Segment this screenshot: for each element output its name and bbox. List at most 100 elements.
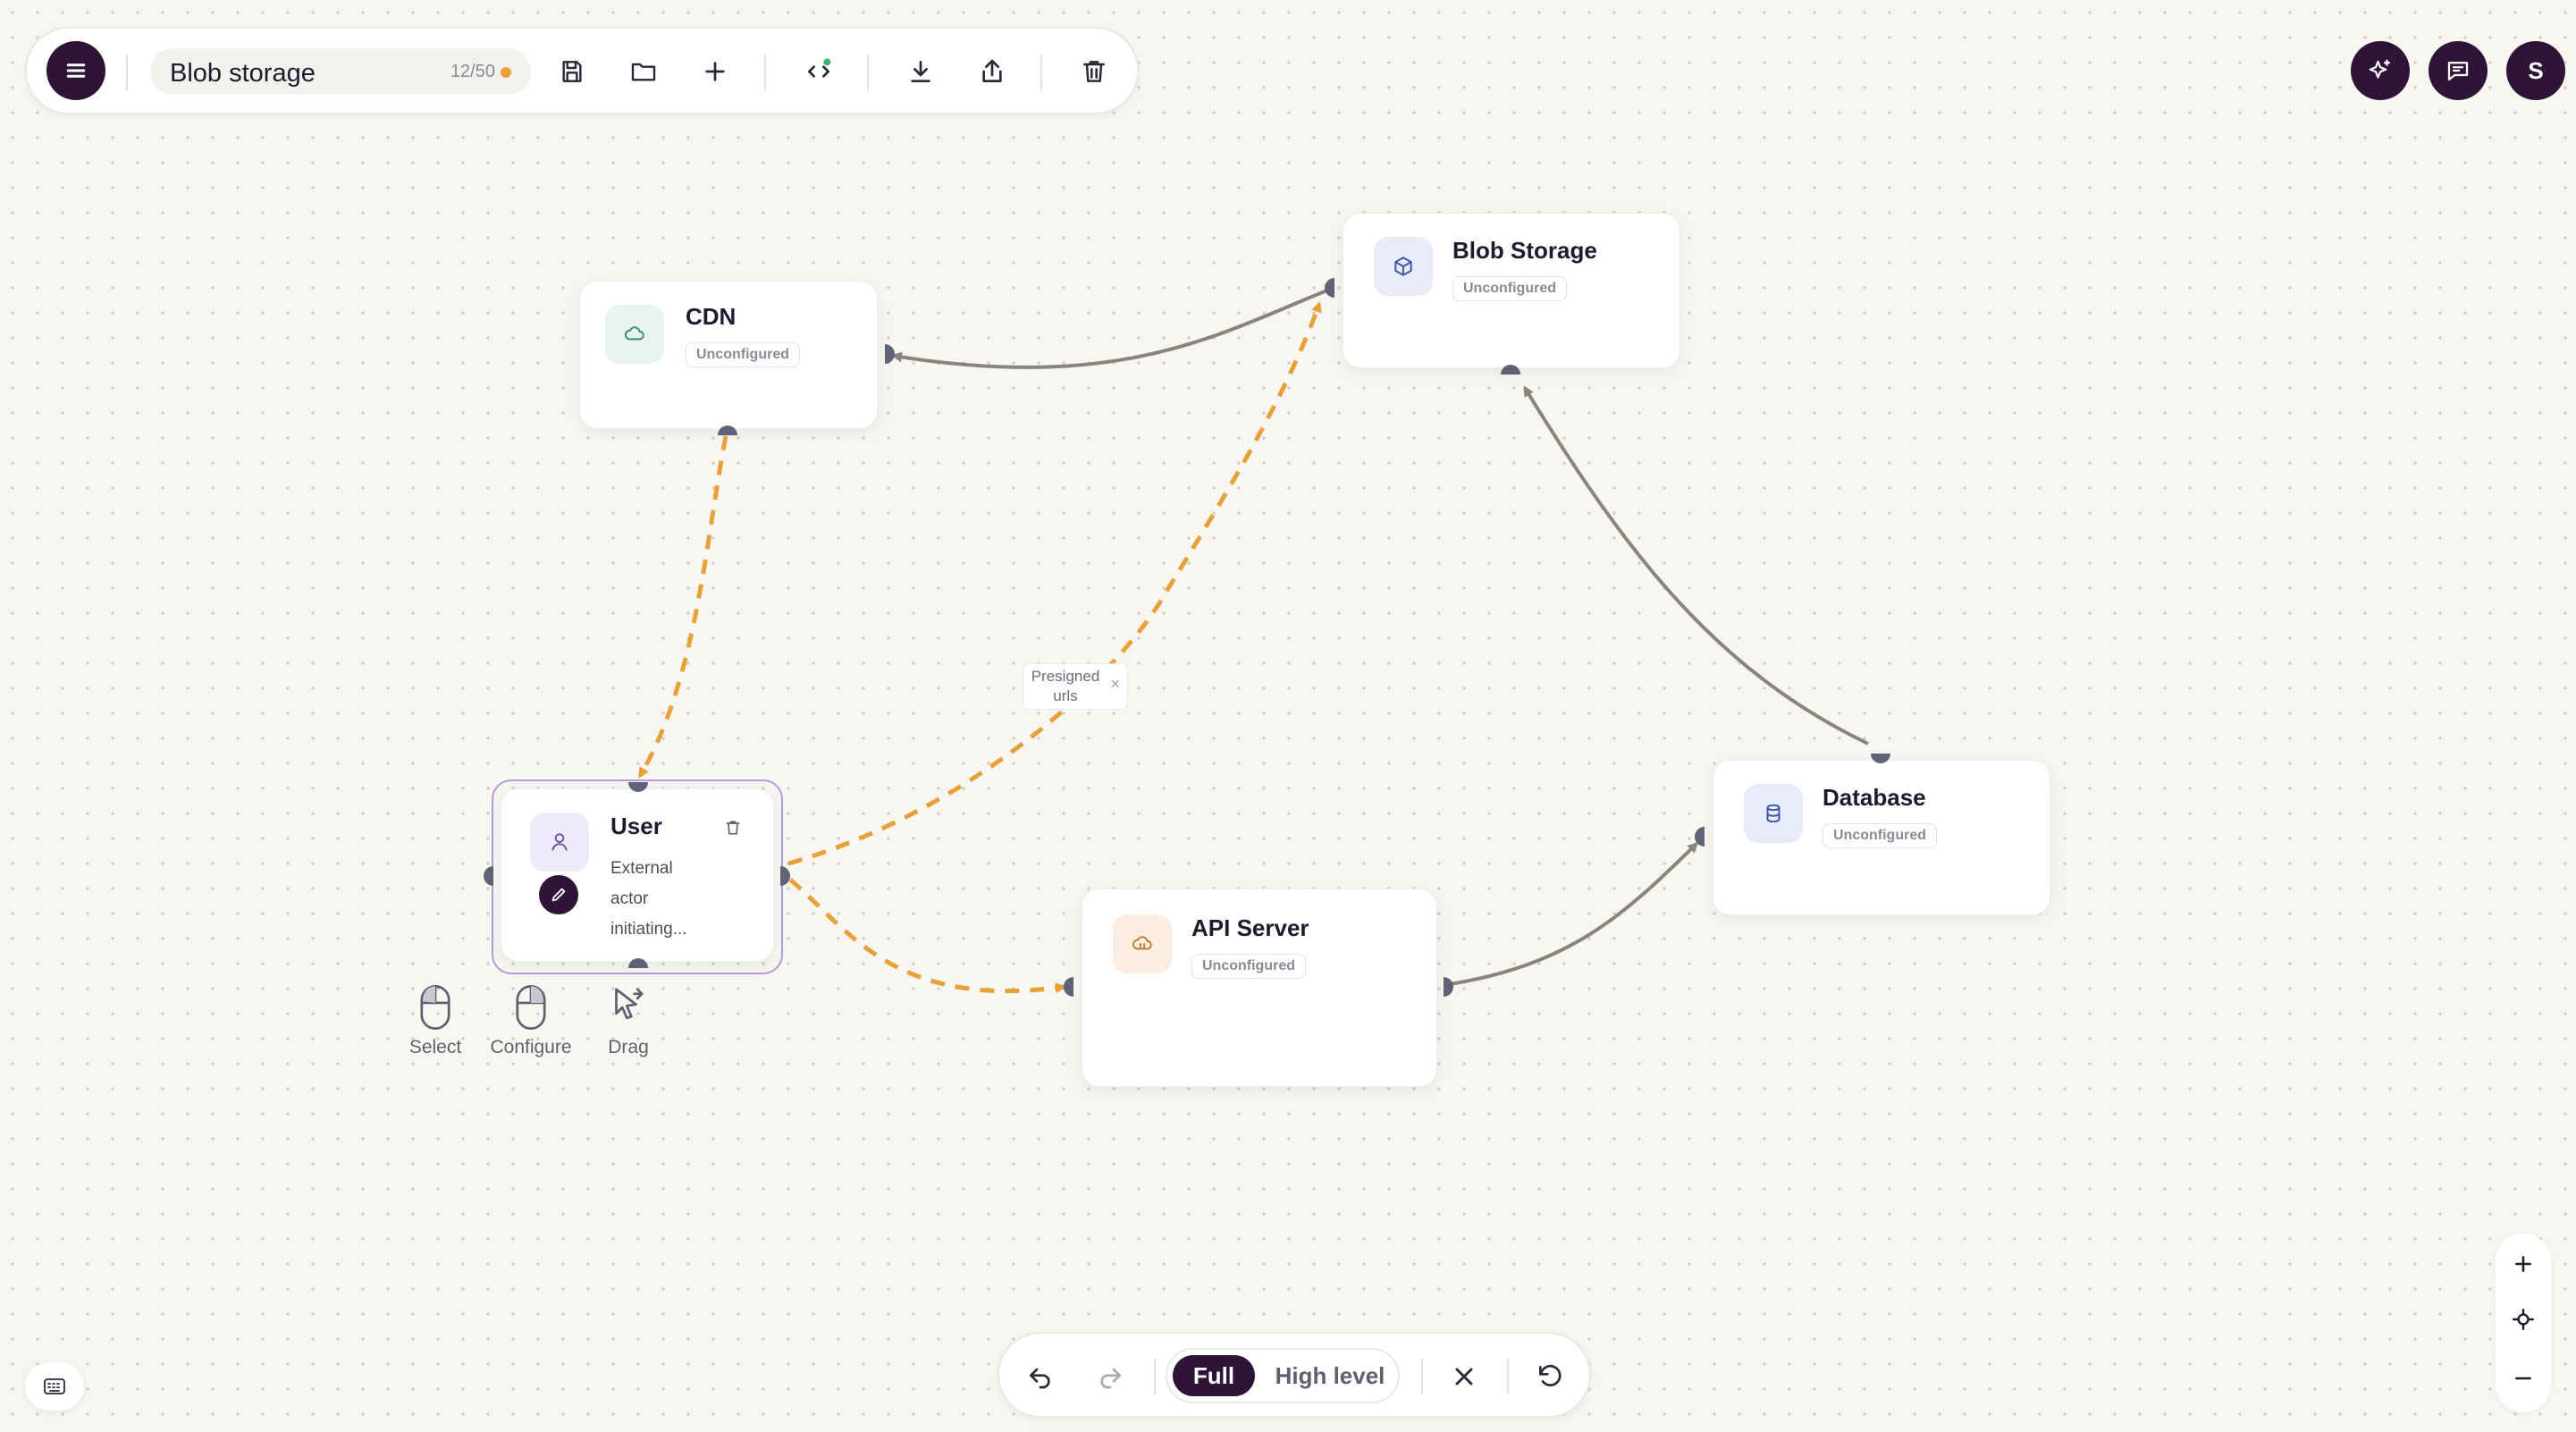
pencil-icon [551,888,566,902]
menu-button[interactable] [46,41,105,100]
status-badge: Unconfigured [1191,954,1306,979]
status-badge: Unconfigured [1452,276,1567,301]
hint-drag: Drag [579,983,678,1058]
undo-icon [1030,1368,1050,1389]
fit-view-button[interactable] [2505,1301,2541,1337]
node-description: External actor initiating... [610,854,687,945]
node-title: API Server [1191,914,1309,941]
node-title: User [610,813,662,839]
edges-layer [637,286,1869,994]
description-line: External [610,859,673,878]
edge-label-text: Presigned urls [1031,667,1100,706]
node-database[interactable]: Database Unconfigured [1713,760,2050,915]
save-icon [562,61,582,82]
toolbar-divider [1507,1359,1509,1394]
edge-db-to-blob [1523,385,1869,745]
share-icon [982,59,1002,82]
edge-blob-to-cdn [891,286,1334,369]
edge-api-to-db [1444,841,1699,987]
cloud-icon [624,326,644,341]
toolbar-divider [126,55,128,90]
code-icon [808,58,831,78]
node-title: CDN [686,303,737,330]
user-avatar[interactable]: S [2506,41,2565,100]
code-view-button[interactable] [797,50,840,93]
edit-node-button[interactable] [539,875,578,914]
ai-sparkle-icon [2369,59,2391,79]
node-icon-container [1744,784,1803,843]
close-icon [1455,1368,1473,1386]
toolbar-divider [764,55,766,90]
edge-label-line: urls [1053,687,1078,704]
node-icon-container [530,813,589,872]
node-title: Blob Storage [1452,237,1597,264]
redo-button[interactable] [1089,1355,1132,1398]
bottom-toolbar: Full High level [998,1332,1591,1418]
share-button[interactable] [971,50,1014,93]
cursor-drag-icon [615,988,644,1020]
description-line: actor [610,889,649,908]
save-button[interactable] [551,50,593,93]
toolbar-divider [1421,1359,1423,1394]
view-mode-toggle: Full High level [1166,1348,1400,1403]
undo-button[interactable] [1019,1355,1062,1398]
zoom-out-button[interactable] [2505,1360,2541,1396]
user-icon [551,833,568,851]
hint-configure: Configure [482,983,580,1058]
trash-icon [1083,61,1105,82]
redo-icon [1100,1368,1121,1389]
node-cdn[interactable]: CDN Unconfigured [579,281,878,429]
mode-full-button[interactable]: Full [1173,1355,1255,1396]
node-user[interactable]: User External actor initiating... [501,788,774,962]
crosshair-icon [2512,1308,2535,1331]
delete-node-button[interactable] [720,814,746,841]
delete-diagram-button[interactable] [1073,50,1115,93]
add-icon [705,62,725,81]
server-icon [1132,936,1152,950]
keyboard-shortcuts-button[interactable] [25,1362,84,1411]
mouse-right-click-icon [516,985,546,1030]
node-icon-container [1113,914,1172,973]
ai-assistant-button[interactable] [2351,41,2410,100]
toolbar-divider [1154,1359,1156,1394]
diagram-title: Blob storage [170,59,316,88]
node-api-server[interactable]: API Server Unconfigured [1082,889,1437,1087]
reset-icon [1539,1364,1562,1386]
hint-label: Select [408,1037,462,1057]
top-toolbar: Blob storage 12/50 [25,27,1139,114]
mode-high-level-button[interactable]: High level [1267,1355,1393,1396]
chat-icon [2447,62,2469,81]
avatar-initial: S [2528,56,2544,84]
hint-label: Drag [608,1037,649,1057]
description-line: initiating... [610,920,687,939]
download-button[interactable] [899,50,942,93]
edge-label-line: Presigned [1031,668,1100,685]
chat-button[interactable] [2429,41,2488,100]
reset-button[interactable] [1528,1355,1571,1398]
edge-user-to-api [788,878,1066,994]
open-folder-button[interactable] [622,50,665,93]
toolbar-divider [1040,55,1042,90]
node-blob-storage[interactable]: Blob Storage Unconfigured [1343,213,1680,368]
edge-cdn-to-user [637,435,728,779]
clear-button[interactable] [1443,1355,1486,1398]
node-title: Database [1823,784,1926,811]
minus-icon [2515,1377,2531,1380]
trash-icon [726,821,740,835]
diagram-title-field[interactable]: Blob storage 12/50 [150,48,531,95]
zoom-controls [2496,1234,2551,1412]
box-icon [1394,257,1412,276]
node-icon-container [1374,237,1433,296]
unsaved-status-dot [501,67,511,78]
hint-label: Configure [490,1037,572,1057]
add-node-button[interactable] [694,50,737,93]
edge-label-presigned-urls[interactable]: Presigned urls × [1023,663,1128,710]
node-icon-container [605,305,664,364]
node-count: 12/50 [450,62,495,81]
status-badge: Unconfigured [1823,823,1937,848]
remove-label-button[interactable]: × [1110,675,1120,694]
status-badge: Unconfigured [686,342,800,367]
zoom-in-button[interactable] [2505,1246,2541,1282]
mouse-left-click-icon [420,985,450,1030]
keyboard-icon [44,1378,65,1394]
